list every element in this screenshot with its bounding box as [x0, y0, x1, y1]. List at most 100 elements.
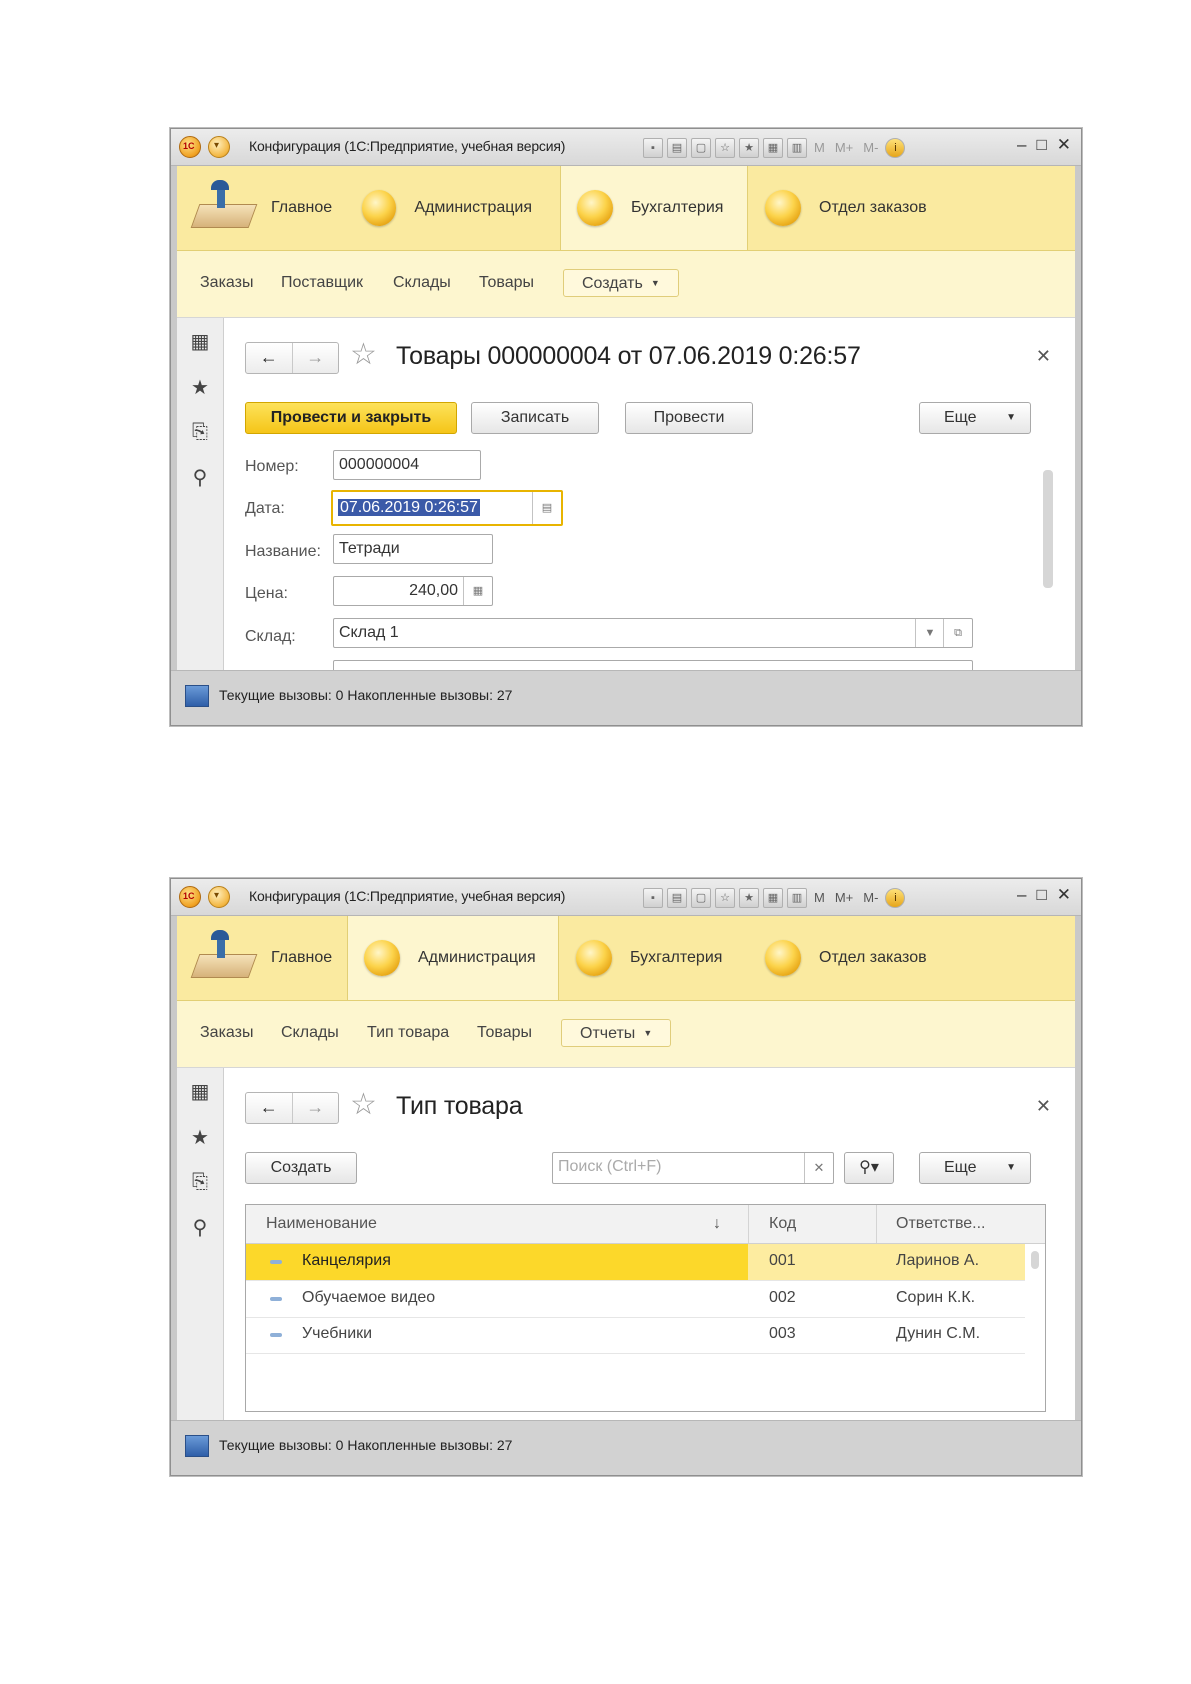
memory-mplus-button[interactable]: M+: [832, 889, 856, 907]
sections-panel: Главное Администрация Бухгалтерия Отдел …: [177, 166, 1075, 251]
function-goods[interactable]: Товары: [479, 274, 534, 292]
post-and-close-button[interactable]: Провести и закрыть: [245, 402, 457, 434]
column-code-header[interactable]: Код: [769, 1215, 796, 1233]
column-name-header[interactable]: Наименование: [266, 1215, 377, 1233]
create-button[interactable]: Создать: [245, 1152, 357, 1184]
favorite-star-icon[interactable]: ☆: [350, 340, 377, 370]
close-form-icon[interactable]: ✕: [1036, 346, 1051, 367]
minimize-icon[interactable]: –: [1017, 135, 1026, 155]
forward-arrow-icon[interactable]: →: [293, 343, 339, 373]
warehouse-field[interactable]: Склад 1 ▼ ⧉: [333, 618, 973, 648]
maximize-icon[interactable]: □: [1036, 135, 1046, 155]
minimize-icon[interactable]: –: [1017, 885, 1026, 905]
function-goods[interactable]: Товары: [477, 1024, 532, 1042]
memory-mminus-button[interactable]: M-: [860, 889, 881, 907]
write-button[interactable]: Записать: [471, 402, 599, 434]
memory-mminus-button[interactable]: M-: [860, 139, 881, 157]
clear-search-icon[interactable]: ✕: [804, 1153, 833, 1183]
vertical-scrollbar[interactable]: [1031, 1251, 1039, 1269]
history-icon[interactable]: ⎘: [188, 420, 212, 444]
forward-arrow-icon[interactable]: →: [293, 1093, 339, 1123]
search-input[interactable]: Поиск (Ctrl+F) ✕: [552, 1152, 834, 1184]
favorites-star-icon[interactable]: ★: [188, 1126, 212, 1150]
main-menu-icon[interactable]: ▾: [208, 136, 230, 158]
section-administration[interactable]: Администрация: [362, 166, 532, 250]
search-icon[interactable]: ⚲: [188, 466, 212, 490]
apps-grid-icon[interactable]: ▦: [188, 1080, 212, 1104]
favorites-add-icon[interactable]: ☆: [715, 888, 735, 908]
preview-icon[interactable]: ▢: [691, 888, 711, 908]
function-warehouses[interactable]: Склады: [393, 274, 451, 292]
section-accounting[interactable]: Бухгалтерия: [560, 166, 748, 250]
title-bar: 1C ▾ Конфигурация (1С:Предприятие, учебн…: [171, 879, 1081, 916]
date-label: Дата:: [245, 500, 285, 517]
function-goods-type[interactable]: Тип товара: [367, 1024, 449, 1042]
date-field[interactable]: 07.06.2019 0:26:57 ▤: [331, 490, 563, 526]
calendar-icon[interactable]: ▥: [787, 888, 807, 908]
preview-icon[interactable]: ▢: [691, 138, 711, 158]
number-field[interactable]: 000000004: [333, 450, 481, 480]
favorites-icon[interactable]: ★: [739, 888, 759, 908]
history-icon[interactable]: ⎘: [188, 1170, 212, 1194]
price-field[interactable]: 240,00 ▦: [333, 576, 493, 606]
vertical-scrollbar[interactable]: [1043, 470, 1053, 588]
section-main[interactable]: Главное: [190, 166, 341, 250]
back-arrow-icon[interactable]: ←: [246, 343, 293, 373]
info-icon[interactable]: i: [885, 138, 906, 158]
close-form-icon[interactable]: ✕: [1036, 1096, 1051, 1117]
item-icon: [270, 1333, 282, 1337]
save-icon[interactable]: ▪: [643, 888, 663, 908]
section-order-department[interactable]: Отдел заказов: [765, 166, 965, 250]
back-arrow-icon[interactable]: ←: [246, 1093, 293, 1123]
name-field[interactable]: Тетради: [333, 534, 493, 564]
table-header: Наименование ↓ Код Ответстве...: [246, 1205, 1045, 1244]
calendar-icon[interactable]: ▤: [532, 492, 561, 524]
calculator-icon[interactable]: ▦: [463, 577, 492, 605]
main-menu-icon[interactable]: ▾: [208, 886, 230, 908]
function-warehouses[interactable]: Склады: [281, 1024, 339, 1042]
print-icon[interactable]: ▤: [667, 888, 687, 908]
maximize-icon[interactable]: □: [1036, 885, 1046, 905]
create-menu-button[interactable]: Создать ▼: [563, 269, 679, 297]
save-icon[interactable]: ▪: [643, 138, 663, 158]
close-window-icon[interactable]: ✕: [1057, 885, 1071, 905]
info-icon[interactable]: i: [885, 888, 906, 908]
section-order-department[interactable]: Отдел заказов: [765, 916, 965, 1000]
favorite-star-icon[interactable]: ☆: [350, 1090, 377, 1120]
more-button[interactable]: Еще ▼: [919, 402, 1031, 434]
1c-logo-icon[interactable]: 1C: [179, 136, 201, 158]
section-administration[interactable]: Администрация: [347, 916, 559, 1000]
section-accounting[interactable]: Бухгалтерия: [576, 916, 748, 1000]
section-main[interactable]: Главное: [190, 916, 341, 1000]
search-options-button[interactable]: ⚲▾: [844, 1152, 894, 1184]
function-orders[interactable]: Заказы: [200, 274, 253, 292]
table-row[interactable]: Учебники 003 Дунин С.М.: [246, 1317, 1025, 1354]
1c-logo-icon[interactable]: 1C: [179, 886, 201, 908]
function-supplier[interactable]: Поставщик: [281, 274, 363, 292]
window-title: Конфигурация (1С:Предприятие, учебная ве…: [249, 888, 566, 904]
favorites-add-icon[interactable]: ☆: [715, 138, 735, 158]
memory-m-button[interactable]: M: [811, 139, 828, 157]
column-responsible-header[interactable]: Ответстве...: [896, 1215, 986, 1233]
table-row[interactable]: Канцелярия 001 Ларинов А.: [246, 1244, 1025, 1281]
calculator-icon[interactable]: ▦: [763, 138, 783, 158]
window-title: Конфигурация (1С:Предприятие, учебная ве…: [249, 138, 566, 154]
favorites-icon[interactable]: ★: [739, 138, 759, 158]
calendar-icon[interactable]: ▥: [787, 138, 807, 158]
reports-menu-button[interactable]: Отчеты ▼: [561, 1019, 672, 1047]
memory-m-button[interactable]: M: [811, 889, 828, 907]
table-row[interactable]: Обучаемое видео 002 Сорин К.К.: [246, 1281, 1025, 1318]
function-orders[interactable]: Заказы: [200, 1024, 253, 1042]
chevron-down-icon[interactable]: ▼: [915, 619, 944, 647]
apps-grid-icon[interactable]: ▦: [188, 330, 212, 354]
calculator-icon[interactable]: ▦: [763, 888, 783, 908]
memory-mplus-button[interactable]: M+: [832, 139, 856, 157]
post-button[interactable]: Провести: [625, 402, 753, 434]
favorites-star-icon[interactable]: ★: [188, 376, 212, 400]
more-button[interactable]: Еще ▼: [919, 1152, 1031, 1184]
search-icon[interactable]: ⚲: [188, 1216, 212, 1240]
open-icon[interactable]: ⧉: [943, 619, 972, 647]
print-icon[interactable]: ▤: [667, 138, 687, 158]
function-panel: Заказы Склады Тип товара Товары Отчеты ▼: [177, 1001, 1075, 1068]
close-window-icon[interactable]: ✕: [1057, 135, 1071, 155]
